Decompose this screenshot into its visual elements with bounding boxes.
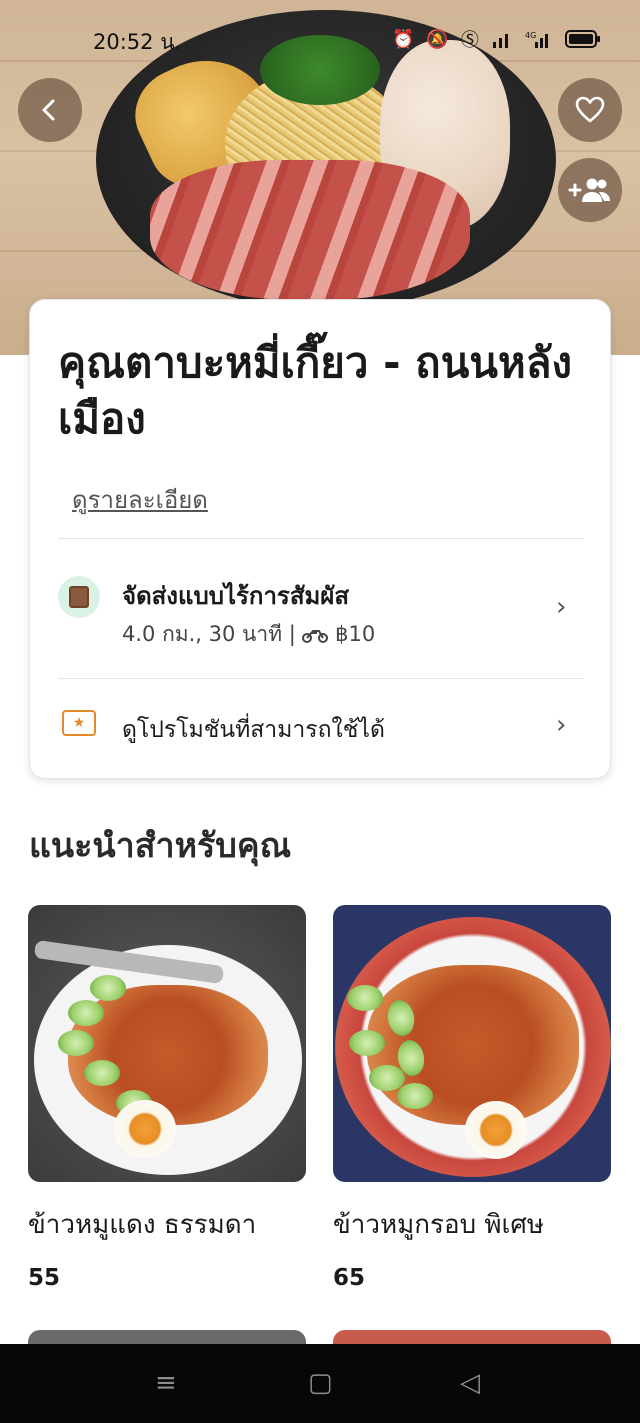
- svg-text:4G: 4G: [525, 31, 536, 40]
- cucumber: [68, 1000, 104, 1026]
- cucumber: [347, 985, 383, 1011]
- system-back-button[interactable]: ◁: [460, 1368, 480, 1398]
- promo-label: ดูโปรโมชันที่สามารถใช้ได้: [122, 717, 385, 743]
- boiled-egg: [465, 1101, 527, 1159]
- favorite-button[interactable]: [558, 78, 622, 142]
- delivery-info: 4.0 กม., 30 นาที | ฿10: [122, 618, 375, 651]
- menu-item-card-peek[interactable]: [333, 1330, 611, 1344]
- motorbike-icon: [302, 630, 329, 643]
- promo-row[interactable]: ★ ดูโปรโมชันที่สามารถใช้ได้ ›: [30, 680, 612, 776]
- delivery-bag-icon: [58, 576, 100, 618]
- delivery-fee: ฿10: [335, 622, 376, 646]
- menu-item-photo: [28, 905, 306, 1182]
- chevron-left-icon: [42, 99, 55, 121]
- home-button[interactable]: ▢: [308, 1368, 333, 1398]
- menu-item-photo: [333, 905, 611, 1182]
- cucumber: [349, 1030, 385, 1056]
- system-nav-bar: ≡ ▢ ◁: [0, 1344, 640, 1423]
- recommended-section-title: แนะนำสำหรับคุณ: [29, 826, 292, 866]
- delivery-option-row[interactable]: จัดส่งแบบไร้การสัมผัส 4.0 กม., 30 นาที |…: [30, 540, 612, 678]
- cucumber: [369, 1065, 405, 1091]
- details-link[interactable]: ดูรายละเอียด: [72, 480, 208, 519]
- cucumber: [90, 975, 126, 1001]
- menu-item-price: 55: [28, 1265, 61, 1291]
- bell-muted-icon: 🔕: [426, 28, 449, 50]
- restaurant-info-card: คุณตาบะหมี่เกี๊ยว - ถนนหลังเมือง ดูรายละ…: [29, 299, 611, 779]
- cucumber: [84, 1060, 120, 1086]
- menu-item-name: ข้าวหมูกรอบ พิเศษ: [333, 1210, 545, 1240]
- red-pork: [150, 160, 470, 300]
- heart-icon: [575, 96, 605, 123]
- back-button[interactable]: [18, 78, 82, 142]
- delivery-title: จัดส่งแบบไร้การสัมผัส: [122, 582, 349, 610]
- recent-apps-button[interactable]: ≡: [155, 1368, 177, 1398]
- status-time: 20:52 น.: [93, 30, 182, 54]
- divider: [58, 538, 584, 539]
- 4g-signal-icon: 4G: [525, 31, 548, 48]
- divider: [58, 678, 584, 679]
- add-group-icon: [568, 178, 610, 202]
- status-bar: 20:52 น. ⏰ 🔕 Ⓢ 4G: [0, 0, 640, 78]
- menu-item-name: ข้าวหมูแดง ธรรมดา: [28, 1210, 257, 1240]
- menu-item-price: 65: [333, 1265, 366, 1291]
- chevron-right-icon: ›: [556, 592, 567, 622]
- chevron-right-icon: ›: [556, 710, 567, 740]
- group-order-button[interactable]: [558, 158, 622, 222]
- alarm-icon: ⏰: [392, 28, 415, 50]
- signal-icon: [492, 34, 508, 48]
- cucumber: [58, 1030, 94, 1056]
- cucumber: [397, 1083, 433, 1109]
- menu-item-card[interactable]: ข้าวหมูแดง ธรรมดา 55: [28, 905, 306, 1291]
- delivery-distance-time: 4.0 กม., 30 นาที |: [122, 622, 296, 646]
- boiled-egg: [114, 1100, 176, 1158]
- menu-item-card[interactable]: ข้าวหมูกรอบ พิเศษ 65: [333, 905, 611, 1291]
- restaurant-name: คุณตาบะหมี่เกี๊ยว - ถนนหลังเมือง: [58, 338, 572, 443]
- battery-icon: [564, 30, 600, 48]
- menu-item-card-peek[interactable]: [28, 1330, 306, 1344]
- status-icons: ⏰ 🔕 Ⓢ 4G: [392, 26, 601, 52]
- shield-s-icon: Ⓢ: [460, 30, 479, 51]
- ticket-star-icon: ★: [62, 710, 96, 736]
